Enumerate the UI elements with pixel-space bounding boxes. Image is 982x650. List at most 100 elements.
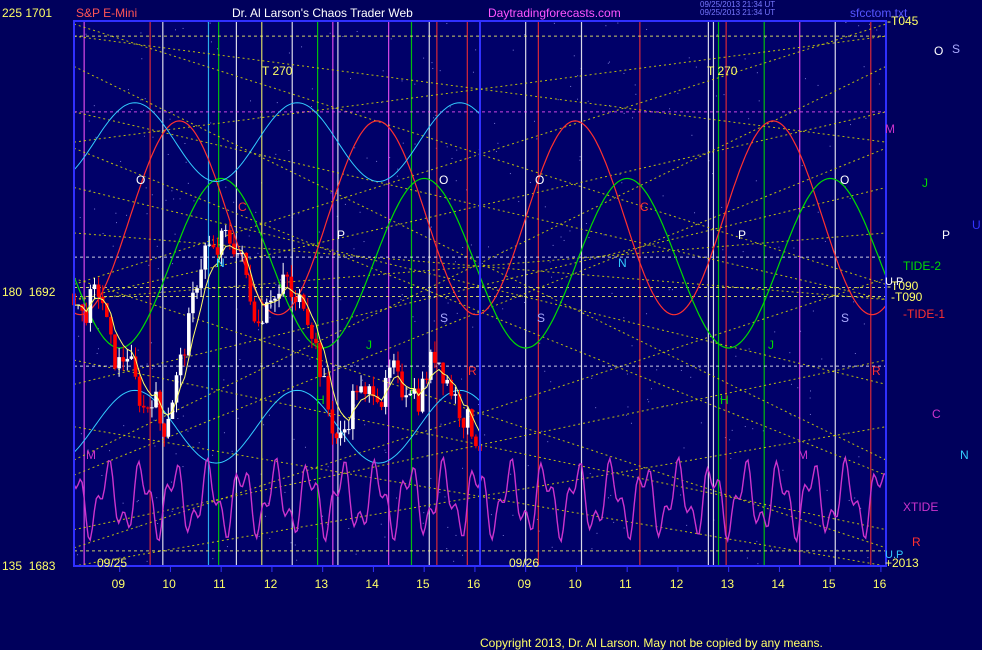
price-bar (129, 356, 134, 359)
star-dot (109, 450, 111, 452)
star-dot (845, 22, 847, 24)
star-dot (77, 554, 79, 556)
star-dot (748, 348, 750, 350)
star-dot (623, 527, 625, 529)
star-dot (269, 538, 271, 540)
star-dot (330, 192, 332, 194)
price-bar (400, 371, 404, 398)
price-bar (355, 390, 359, 393)
star-dot (756, 540, 758, 542)
chaos-chart (72, 20, 887, 572)
price-bar (445, 379, 449, 384)
star-dot (385, 451, 387, 453)
star-dot (782, 469, 784, 471)
timestamp-2: 09/25/2013 21:34 UT (700, 8, 776, 17)
star-dot (778, 246, 780, 248)
star-dot (771, 548, 773, 550)
star-dot (595, 407, 597, 409)
star-dot (529, 181, 531, 183)
price-bar (416, 388, 421, 412)
star-dot (187, 182, 189, 184)
star-dot (481, 262, 483, 264)
star-dot (553, 22, 555, 24)
star-dot (431, 62, 433, 64)
star-dot (631, 345, 633, 347)
star-dot (544, 206, 546, 208)
star-dot (547, 441, 549, 443)
star-dot (680, 494, 682, 496)
date-label-1: 09/25 (97, 556, 128, 570)
star-dot (446, 146, 448, 148)
star-dot (255, 211, 257, 213)
star-dot (384, 449, 386, 451)
star-dot (494, 122, 496, 124)
star-dot (137, 349, 139, 351)
star-dot (433, 320, 435, 322)
star-dot (878, 83, 880, 85)
star-dot (172, 263, 174, 265)
star-dot (472, 326, 474, 328)
price-bar (322, 376, 326, 378)
marker-o-3: O (535, 173, 545, 187)
star-dot (756, 72, 758, 74)
star-dot (608, 61, 610, 63)
marker-right-o: O (934, 44, 944, 58)
price-bar (367, 386, 372, 395)
price-bar (178, 354, 183, 376)
star-dot (193, 200, 195, 202)
star-dot (865, 117, 867, 119)
star-dot (210, 41, 212, 43)
star-dot (868, 23, 870, 25)
star-dot (512, 49, 514, 51)
star-dot (495, 151, 497, 153)
star-dot (311, 88, 313, 90)
star-dot (607, 62, 609, 64)
star-dot (340, 299, 342, 301)
price-bar (146, 407, 150, 409)
marker-n-1: N (216, 256, 225, 270)
star-dot (849, 198, 851, 200)
price-bar (113, 334, 117, 369)
star-dot (268, 414, 270, 416)
marker-right-u: U (972, 218, 981, 232)
star-dot (127, 89, 129, 91)
price-bar (223, 229, 228, 231)
star-dot (439, 70, 441, 72)
star-dot (634, 84, 636, 86)
star-dot (845, 433, 847, 435)
star-dot (810, 390, 812, 392)
star-dot (151, 194, 153, 196)
star-dot (809, 413, 811, 415)
price-bar (396, 360, 400, 372)
star-dot (686, 524, 688, 526)
star-dot (366, 157, 368, 159)
price-bar (379, 402, 384, 407)
star-dot (157, 523, 159, 525)
star-dot (647, 398, 649, 400)
star-dot (95, 136, 97, 138)
star-dot (288, 52, 290, 54)
star-dot (354, 147, 356, 149)
star-dot (630, 422, 632, 424)
star-dot (518, 201, 520, 203)
star-dot (646, 313, 648, 315)
star-dot (97, 348, 99, 350)
star-dot (668, 289, 670, 291)
star-dot (683, 447, 685, 449)
star-dot (854, 353, 856, 355)
price-bar (346, 429, 351, 431)
price-bar (228, 229, 232, 244)
star-dot (140, 32, 142, 34)
star-dot (863, 66, 865, 68)
star-dot (309, 358, 311, 360)
star-dot (414, 143, 416, 145)
star-dot (85, 33, 87, 35)
instrument-label: S&P E-Mini (76, 6, 138, 20)
star-dot (184, 143, 186, 145)
marker-m-2: M (798, 448, 808, 462)
star-dot (223, 379, 225, 381)
marker-o-1: O (136, 173, 146, 187)
star-dot (167, 153, 169, 155)
star-dot (293, 438, 295, 440)
x-tick-label: 14 (365, 577, 379, 591)
